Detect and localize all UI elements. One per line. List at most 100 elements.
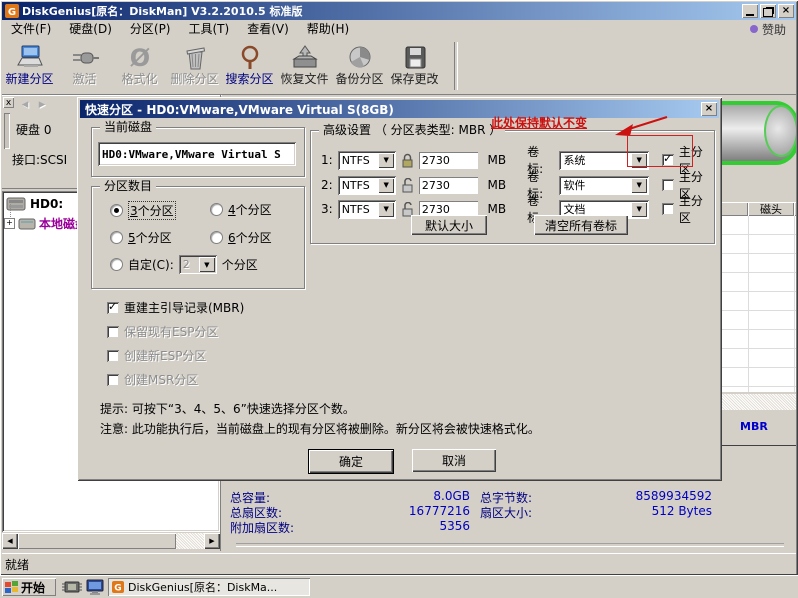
radio-label: 个分区 <box>236 231 272 245</box>
fs-type-combobox[interactable]: NTFS▼ <box>338 151 397 170</box>
dialog-title: 快速分区 - HD0:VMware,VMware Virtual S(8GB) <box>85 101 394 118</box>
close-icon: × <box>782 6 790 16</box>
search-partition-button[interactable]: 搜索分区 <box>222 38 277 92</box>
fs-type-combobox[interactable]: NTFS▼ <box>338 200 397 219</box>
svg-text:Ø: Ø <box>129 45 149 71</box>
primary-checkbox[interactable] <box>662 203 674 215</box>
create-esp-checkbox[interactable]: 创建新ESP分区 <box>107 347 206 364</box>
radio-4-partitions[interactable]: 4个分区 <box>210 201 272 218</box>
toolbar-label: 备份分区 <box>335 73 383 86</box>
radio-custom-partitions[interactable]: 自定(C): 2 ▼ 个分区 <box>110 255 258 274</box>
sponsor-link[interactable]: 赞助 <box>750 21 786 38</box>
button-label: 默认大小 <box>425 217 473 234</box>
hard-disk-icon <box>6 197 26 211</box>
taskbar: 开始 G DiskGenius[原名：DiskMa... <box>0 575 798 598</box>
start-button[interactable]: 开始 <box>2 578 56 596</box>
info-value: 512 Bytes <box>582 504 712 518</box>
monitor-icon <box>86 579 104 595</box>
save-changes-button[interactable]: 保存更改 <box>387 38 442 92</box>
activate-button[interactable]: 激活 <box>57 38 112 92</box>
recover-files-button[interactable]: 恢复文件 <box>277 38 332 92</box>
delete-partition-button[interactable]: 删除分区 <box>167 38 222 92</box>
windows-logo-icon <box>5 581 18 593</box>
info-value: 5356 <box>342 519 470 533</box>
start-label: 开始 <box>21 579 45 596</box>
taskbar-task-button[interactable]: G DiskGenius[原名：DiskMa... <box>108 578 310 596</box>
default-size-button[interactable]: 默认大小 <box>411 215 487 235</box>
menu-disk[interactable]: 硬盘(D) <box>60 20 121 38</box>
custom-count-label: 自定(C): <box>128 256 174 273</box>
menu-partition[interactable]: 分区(P) <box>121 20 180 38</box>
volume-value: 系统 <box>559 152 629 168</box>
disk-selector-scrollbar[interactable] <box>4 113 10 149</box>
backup-partition-icon <box>344 45 376 71</box>
partition-row-3: 3: NTFS▼ 2730 MB 卷标: 文档▼ 主分区 <box>321 192 714 226</box>
quicklaunch-chip-button[interactable] <box>62 580 82 597</box>
radio-3-partitions[interactable]: 3个分区 <box>110 201 176 220</box>
chip-icon <box>62 580 82 594</box>
new-partition-button[interactable]: 新建分区 <box>2 38 57 92</box>
menu-view[interactable]: 查看(V) <box>238 20 298 38</box>
scroll-left-button[interactable]: ◀ <box>2 533 18 549</box>
custom-count-combobox[interactable]: 2 ▼ <box>179 255 217 274</box>
tree-item-local-disk[interactable]: + 本地磁盘 <box>4 215 87 232</box>
scroll-left-icon: ◀ <box>7 537 12 545</box>
radio-icon <box>210 203 223 216</box>
delete-partition-icon <box>179 45 211 71</box>
primary-checkbox[interactable] <box>662 179 674 191</box>
tree-expander-icon[interactable]: + <box>4 218 15 229</box>
fs-type-value: NTFS <box>338 203 377 216</box>
volume-value: 软件 <box>559 177 629 193</box>
size-input[interactable]: 2730 <box>419 152 479 169</box>
screen: { "colors": { "titlebar_start": "#0a246a… <box>0 0 798 597</box>
size-input[interactable]: 2730 <box>419 177 479 194</box>
format-icon: Ø <box>124 45 156 71</box>
format-button[interactable]: Ø 格式化 <box>112 38 167 92</box>
save-changes-icon <box>399 45 431 71</box>
tree-item-hd0[interactable]: HD0: <box>6 197 63 211</box>
backup-partition-button[interactable]: 备份分区 <box>332 38 387 92</box>
ok-button[interactable]: 确定 <box>308 449 394 474</box>
menu-file[interactable]: 文件(F) <box>2 20 60 38</box>
toolbar: 新建分区 激活 Ø 格式化 删除分区 搜索分区 恢复文件 备份分区 保存更改 <box>2 38 796 95</box>
new-partition-icon <box>14 45 46 71</box>
tree-hscrollbar[interactable]: ◀ ▶ <box>2 533 220 549</box>
button-label: 确定 <box>339 453 363 470</box>
fs-type-value: NTFS <box>338 179 377 192</box>
minimize-button[interactable] <box>742 4 758 18</box>
panel-close-button[interactable]: x <box>3 97 14 108</box>
restore-icon <box>763 8 773 17</box>
clear-volume-labels-button[interactable]: 清空所有卷标 <box>534 215 628 235</box>
scrollbar-thumb[interactable] <box>18 533 176 549</box>
create-msr-checkbox[interactable]: 创建MSR分区 <box>107 371 198 388</box>
current-disk-combobox[interactable]: HD0:VMware,VMware Virtual S <box>98 142 296 166</box>
close-button[interactable]: × <box>778 4 794 18</box>
radio-label: 个分区 <box>138 204 174 218</box>
radio-5-partitions[interactable]: 5个分区 <box>110 229 172 246</box>
svg-text:G: G <box>8 7 16 18</box>
radio-icon <box>110 204 123 217</box>
chevron-down-icon: ▼ <box>199 257 215 272</box>
prev-disk-button[interactable]: ◂ <box>17 97 33 113</box>
lock-open-icon[interactable] <box>401 178 414 193</box>
keep-esp-checkbox[interactable]: 保留现有ESP分区 <box>107 323 218 340</box>
menu-tools[interactable]: 工具(T) <box>180 20 239 38</box>
scroll-right-button[interactable]: ▶ <box>204 533 220 549</box>
radio-6-partitions[interactable]: 6个分区 <box>210 229 272 246</box>
custom-count-value: 2 <box>179 258 197 271</box>
cylinder-cap <box>764 105 796 157</box>
lock-closed-icon[interactable] <box>401 153 414 168</box>
restore-button[interactable] <box>760 4 776 18</box>
next-disk-button[interactable]: ▸ <box>34 97 50 113</box>
chevron-down-icon: ▼ <box>378 202 394 217</box>
column-header-extra[interactable] <box>794 202 796 216</box>
cancel-button[interactable]: 取消 <box>412 449 496 472</box>
rebuild-mbr-checkbox[interactable]: ✓ 重建主引导记录(MBR) <box>107 299 244 316</box>
column-header-head[interactable]: 磁头 <box>748 202 794 216</box>
row-index: 2: <box>321 178 333 192</box>
chevron-down-icon: ▼ <box>378 178 394 193</box>
dialog-close-button[interactable]: × <box>701 102 717 116</box>
quicklaunch-desktop-button[interactable] <box>86 579 104 598</box>
menu-help[interactable]: 帮助(H) <box>298 20 358 38</box>
title-bar: G DiskGenius[原名：DiskMan] V3.2.2010.5 标准版… <box>2 2 796 20</box>
